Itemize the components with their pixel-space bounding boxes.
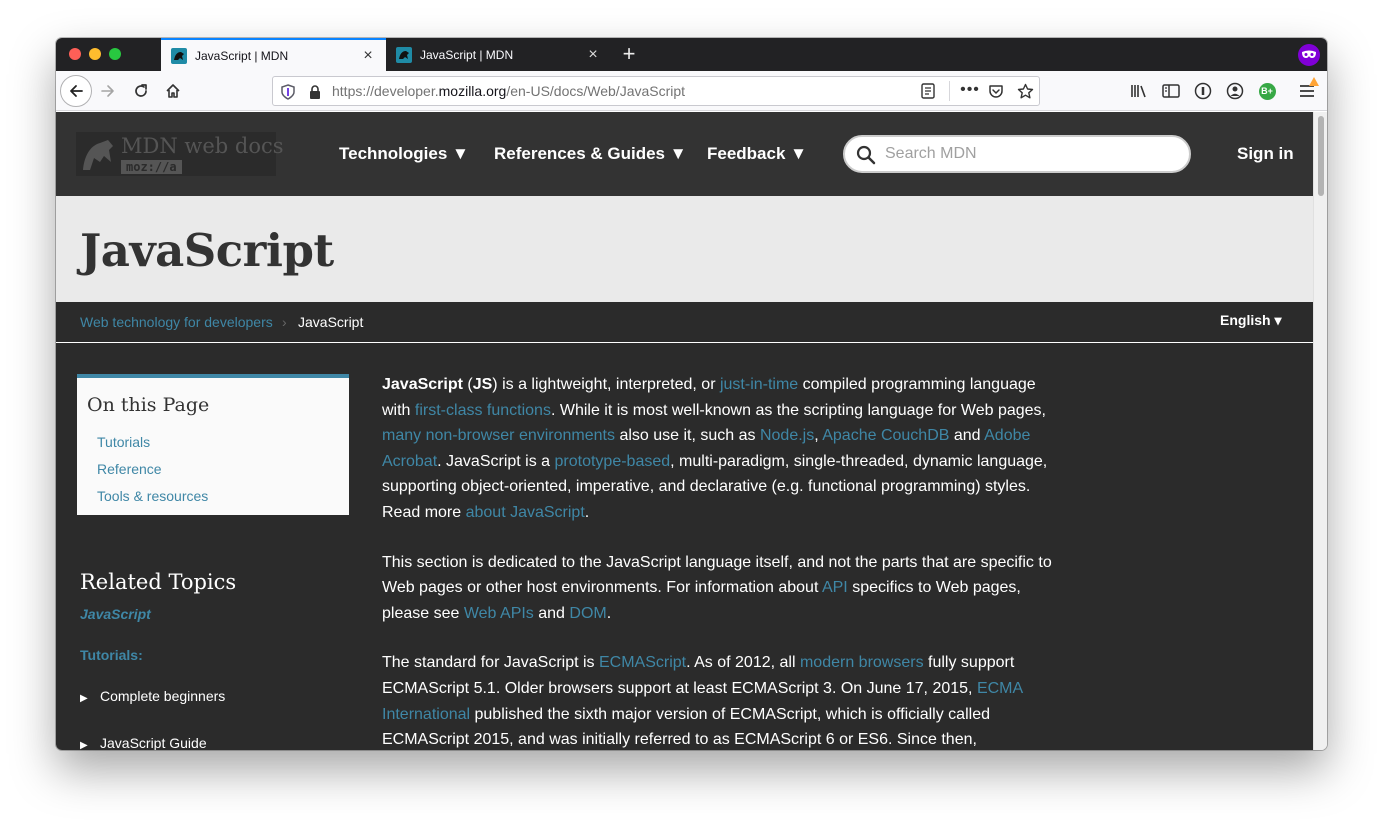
arrow-left-icon: [70, 85, 83, 97]
link-non-browser-environments[interactable]: many non-browser environments: [382, 427, 615, 444]
lock-icon[interactable]: [307, 83, 323, 101]
update-warning-icon: [1309, 77, 1319, 86]
link-web-apis[interactable]: Web APIs: [464, 605, 534, 622]
close-tab-icon[interactable]: ×: [360, 47, 376, 64]
url-text[interactable]: https://developer.mozilla.org/en-US/docs…: [332, 77, 685, 105]
scrollbar-thumb[interactable]: [1318, 116, 1324, 196]
minimize-window-button[interactable]: [89, 48, 101, 60]
sign-in-link[interactable]: Sign in: [1237, 112, 1294, 196]
link-first-class-functions[interactable]: first-class functions: [415, 402, 551, 419]
library-icon[interactable]: [1128, 80, 1150, 102]
bookmark-star-icon[interactable]: [1015, 81, 1035, 101]
site-header: MDN web docs moz://a Technologies ▼ Refe…: [56, 112, 1313, 196]
back-button[interactable]: [60, 75, 92, 107]
link-modern-browsers[interactable]: modern browsers: [800, 654, 924, 671]
related-item-complete-beginners[interactable]: ▶ Complete beginners: [80, 688, 225, 704]
related-link-javascript[interactable]: JavaScript: [80, 606, 151, 622]
tab-title: JavaScript | MDN: [195, 48, 289, 63]
toc-link-reference[interactable]: Reference: [97, 461, 162, 477]
article-paragraph-scope: This section is dedicated to the JavaScr…: [382, 553, 1052, 622]
url-bar[interactable]: https://developer.mozilla.org/en-US/docs…: [272, 76, 1040, 106]
browser-window: JavaScript | MDN × JavaScript | MDN × +: [56, 38, 1327, 750]
tab-javascript-mdn[interactable]: JavaScript | MDN ×: [386, 38, 611, 71]
article-paragraph-intro: JavaScript (JS) is a lightweight, interp…: [382, 376, 1048, 521]
mdn-favicon-icon: [396, 46, 412, 63]
on-this-page-box: On this Page Tutorials Reference Tools &…: [77, 374, 349, 515]
language-selector[interactable]: English ▾: [1220, 312, 1281, 329]
nav-technologies[interactable]: Technologies ▼: [339, 112, 469, 196]
link-api[interactable]: API: [822, 579, 848, 596]
pocket-icon[interactable]: [987, 82, 1005, 100]
mdn-dinosaur-icon: [83, 140, 113, 170]
navigation-toolbar: https://developer.mozilla.org/en-US/docs…: [56, 71, 1327, 111]
account-icon[interactable]: [1224, 80, 1246, 102]
search-box[interactable]: [843, 135, 1191, 173]
private-browsing-icon[interactable]: [1298, 44, 1320, 66]
search-icon: [856, 145, 876, 165]
mdn-favicon-icon: [171, 47, 187, 64]
tab-title: JavaScript | MDN: [420, 47, 514, 62]
search-input[interactable]: [885, 143, 1175, 165]
toc-link-tools-resources[interactable]: Tools & resources: [97, 488, 208, 504]
url-bar-divider: [949, 81, 950, 101]
extension-badge-icon[interactable]: B+: [1256, 80, 1278, 102]
tab-javascript-mdn-active[interactable]: JavaScript | MDN ×: [161, 38, 386, 71]
toc-link-tutorials[interactable]: Tutorials: [97, 434, 150, 450]
extension-info-icon[interactable]: [1192, 80, 1214, 102]
link-prototype-based[interactable]: prototype-based: [555, 453, 671, 470]
tab-strip: JavaScript | MDN × JavaScript | MDN × +: [56, 38, 1327, 71]
vertical-scrollbar[interactable]: [1313, 112, 1327, 750]
breadcrumb-chevron-icon: ›: [282, 314, 287, 330]
article-body: JavaScript (JS) is a lightweight, interp…: [382, 372, 1052, 750]
breadcrumb: Web technology for developers › JavaScri…: [56, 302, 1313, 343]
close-tab-icon[interactable]: ×: [585, 46, 601, 63]
related-topics-heading: Related Topics: [80, 570, 237, 594]
zoom-window-button[interactable]: [109, 48, 121, 60]
nav-references-guides[interactable]: References & Guides ▼: [494, 112, 687, 196]
breadcrumb-current: JavaScript: [298, 314, 364, 330]
forward-button[interactable]: [96, 79, 120, 103]
expand-triangle-icon: ▶: [80, 740, 88, 750]
new-tab-button[interactable]: +: [618, 43, 640, 65]
expand-triangle-icon: ▶: [80, 693, 88, 704]
article-paragraph-standard: The standard for JavaScript is ECMAScrip…: [382, 654, 1023, 749]
mdn-logo[interactable]: MDN web docs moz://a: [76, 132, 284, 176]
link-apache-couchdb[interactable]: Apache CouchDB: [822, 427, 949, 444]
arrow-right-icon: [101, 85, 114, 97]
page-actions-more-icon[interactable]: •••: [959, 80, 981, 102]
related-item-javascript-guide[interactable]: ▶ JavaScript Guide: [80, 735, 207, 750]
reload-button[interactable]: [129, 79, 153, 103]
link-ecmascript[interactable]: ECMAScript: [599, 654, 686, 671]
nav-feedback[interactable]: Feedback ▼: [707, 112, 807, 196]
link-dom[interactable]: DOM: [569, 605, 606, 622]
related-section-tutorials: Tutorials:: [80, 647, 143, 663]
tracking-protection-shield-icon[interactable]: [279, 83, 297, 101]
link-about-javascript[interactable]: about JavaScript: [466, 504, 585, 521]
link-just-in-time[interactable]: just-in-time: [720, 376, 798, 393]
page-title-bar: JavaScript: [56, 196, 1313, 302]
close-window-button[interactable]: [69, 48, 81, 60]
sidebar-toggle-icon[interactable]: [1160, 80, 1182, 102]
page-title: JavaScript: [80, 224, 334, 277]
home-button[interactable]: [161, 79, 185, 103]
toc-heading: On this Page: [87, 394, 210, 416]
page-viewport: MDN web docs moz://a Technologies ▼ Refe…: [56, 112, 1313, 750]
reload-icon: [135, 84, 147, 97]
breadcrumb-link-web-technology[interactable]: Web technology for developers: [80, 314, 273, 330]
home-icon: [166, 84, 180, 98]
link-nodejs[interactable]: Node.js: [760, 427, 814, 444]
reader-view-icon[interactable]: [919, 82, 937, 100]
